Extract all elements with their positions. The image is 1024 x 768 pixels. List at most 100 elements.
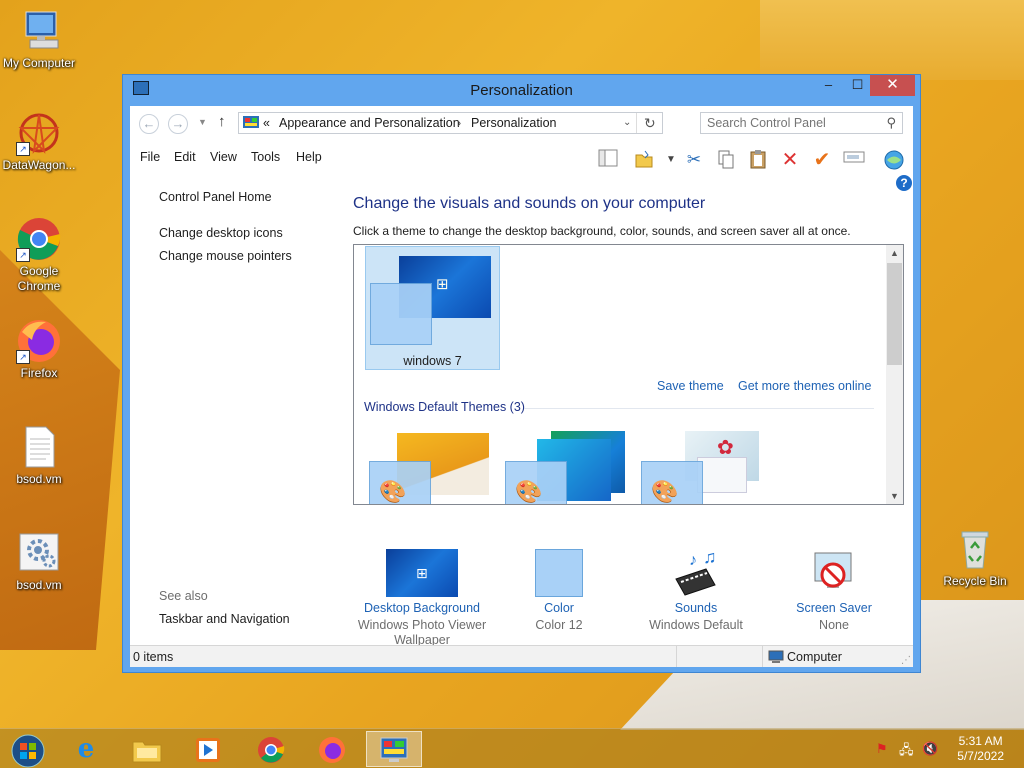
recent-locations-dropdown[interactable]: ▼ <box>198 117 207 127</box>
desktop-icon-label: bsod.vm <box>16 578 62 592</box>
desktop-icon-bsod-file[interactable]: bsod.vm <box>1 424 77 487</box>
menu-help[interactable]: Help <box>296 150 322 164</box>
address-bar[interactable]: « Appearance and Personalization › Perso… <box>238 112 663 134</box>
desktop-icon-label: bsod.vm <box>16 472 62 486</box>
up-button[interactable]: ↑ <box>218 113 226 130</box>
layout-pane-button[interactable] <box>597 149 619 171</box>
color-palette-icon: 🎨 <box>379 479 407 504</box>
breadcrumb-personalization[interactable]: Personalization <box>471 116 556 130</box>
volume-muted-icon[interactable]: 🔇 <box>922 741 938 757</box>
color-link[interactable]: Color <box>489 601 629 615</box>
breadcrumb-separator[interactable]: › <box>457 116 461 130</box>
desktop-icon-datawagon[interactable]: ↗ DataWagon... <box>1 110 77 173</box>
change-desktop-icons-link[interactable]: Change desktop icons <box>159 226 283 240</box>
taskbar-file-explorer[interactable] <box>119 731 175 767</box>
save-theme-link[interactable]: Save theme <box>657 379 724 393</box>
help-icon[interactable]: ? <box>896 175 912 191</box>
start-button[interactable] <box>0 731 56 768</box>
copy-icon <box>718 150 734 169</box>
divider <box>524 408 874 409</box>
resize-grip-icon[interactable]: ⋰ <box>901 655 911 666</box>
properties-button[interactable]: ✔ <box>811 149 833 171</box>
sounds-link[interactable]: Sounds <box>626 601 766 615</box>
action-center-flag-icon[interactable]: ⚑ <box>876 741 888 757</box>
system-clock[interactable]: 5:31 AM 5/7/2022 <box>957 734 1004 764</box>
screen-saver-link[interactable]: Screen Saver <box>764 601 904 615</box>
control-panel-home-link[interactable]: Control Panel Home <box>159 190 272 204</box>
shortcut-arrow-icon: ↗ <box>16 142 30 156</box>
taskbar-chrome[interactable] <box>243 731 299 767</box>
menu-edit[interactable]: Edit <box>174 150 196 164</box>
taskbar-internet-explorer[interactable]: e <box>58 731 114 767</box>
view-dropdown[interactable]: ▼ <box>660 149 682 171</box>
desktop-icon-my-computer[interactable]: My Computer <box>1 8 77 71</box>
menu-tools[interactable]: Tools <box>251 150 280 164</box>
refresh-button[interactable]: ↻ <box>644 115 656 132</box>
change-mouse-pointers-link[interactable]: Change mouse pointers <box>159 249 292 263</box>
maximize-button[interactable]: ☐ <box>844 75 871 96</box>
folder-icon <box>635 150 653 168</box>
breadcrumb-appearance[interactable]: Appearance and Personalization <box>279 116 460 130</box>
back-button[interactable]: ← <box>139 114 159 134</box>
network-icon[interactable]: 🖧 <box>899 741 914 763</box>
folder-options-button[interactable] <box>633 149 655 171</box>
delete-button[interactable]: ✕ <box>779 149 801 171</box>
scrollbar-thumb[interactable] <box>887 263 902 365</box>
forward-button[interactable]: → <box>168 114 188 134</box>
firefox-icon: ↗ <box>16 318 62 364</box>
theme-item-windows-7[interactable]: ⊞ windows 7 <box>365 246 500 370</box>
desktop-background-setting[interactable]: ⊞ Desktop Background Windows Photo Viewe… <box>352 549 492 648</box>
sounds-setting[interactable]: ♪ ♫ Sounds Windows Default <box>626 547 766 633</box>
chevron-down-icon: ⌄ <box>623 117 632 128</box>
taskbar-firefox[interactable] <box>304 731 360 767</box>
clock-time: 5:31 AM <box>958 734 1003 748</box>
divider <box>636 113 637 133</box>
minimize-button[interactable]: – <box>815 75 842 96</box>
title-bar[interactable]: Personalization – ☐ ✕ <box>123 75 920 105</box>
recycle-bin-icon <box>952 526 998 572</box>
taskbar-navigation-link[interactable]: Taskbar and Navigation <box>159 612 290 626</box>
close-button[interactable]: ✕ <box>870 75 915 96</box>
divider <box>676 646 677 667</box>
control-panel-icon <box>380 737 408 762</box>
desktop-icon-recycle-bin[interactable]: Recycle Bin <box>937 526 1013 589</box>
screen-saver-setting[interactable]: Screen Saver None <box>764 549 904 633</box>
cut-button[interactable]: ✂ <box>683 149 705 171</box>
desktop-icon-bsod-vm[interactable]: bsod.vm <box>1 530 77 593</box>
wallpaper-shape <box>760 0 1024 80</box>
taskbar-media-player[interactable] <box>180 731 236 767</box>
paste-button[interactable] <box>747 149 769 171</box>
theme-item-lines-colors[interactable]: 🎨 <box>501 427 631 504</box>
color-setting[interactable]: Color Color 12 <box>489 549 629 633</box>
desktop-icon-chrome[interactable]: ↗ Google Chrome <box>1 216 77 294</box>
checkmark-icon: ✔ <box>813 149 831 171</box>
theme-list-scrollbar[interactable]: ▲ ▼ <box>886 245 903 504</box>
document-icon <box>16 424 62 470</box>
desktop-background-link[interactable]: Desktop Background <box>352 601 492 615</box>
page-title: Change the visuals and sounds on your co… <box>353 195 706 212</box>
theme-item-windows[interactable]: 🎨 <box>365 427 495 504</box>
window-client: ← → ▼ ↑ « Appearance and Personalization… <box>130 106 913 667</box>
group-heading: Windows Default Themes (3) <box>364 400 525 414</box>
menu-view[interactable]: View <box>210 150 237 164</box>
scroll-down-icon[interactable]: ▼ <box>886 491 903 501</box>
scroll-up-icon[interactable]: ▲ <box>886 248 903 258</box>
theme-item-flowers[interactable]: ✿ 🎨 <box>637 427 767 504</box>
get-more-themes-link[interactable]: Get more themes online <box>738 379 871 393</box>
rename-icon <box>843 151 865 163</box>
status-bar: 0 items Computer ⋰ <box>130 645 913 667</box>
theme-color-preview <box>370 283 432 345</box>
search-icon[interactable]: ⚲ <box>886 115 896 131</box>
copy-button[interactable] <box>715 149 737 171</box>
desktop-icon-firefox[interactable]: ↗ Firefox <box>1 318 77 381</box>
status-location: Computer <box>787 650 842 664</box>
appearance-button[interactable] <box>883 149 905 171</box>
address-dropdown[interactable]: ⌄ <box>623 117 631 128</box>
taskbar-control-panel[interactable] <box>366 731 422 767</box>
rename-button[interactable] <box>843 149 865 171</box>
search-box[interactable]: ⚲ <box>700 112 903 134</box>
menu-file[interactable]: File <box>140 150 160 164</box>
breadcrumb-overflow[interactable]: « <box>263 116 270 130</box>
personalization-window: Personalization – ☐ ✕ ← → ▼ ↑ « Appearan… <box>122 74 921 673</box>
search-input[interactable] <box>707 116 877 130</box>
